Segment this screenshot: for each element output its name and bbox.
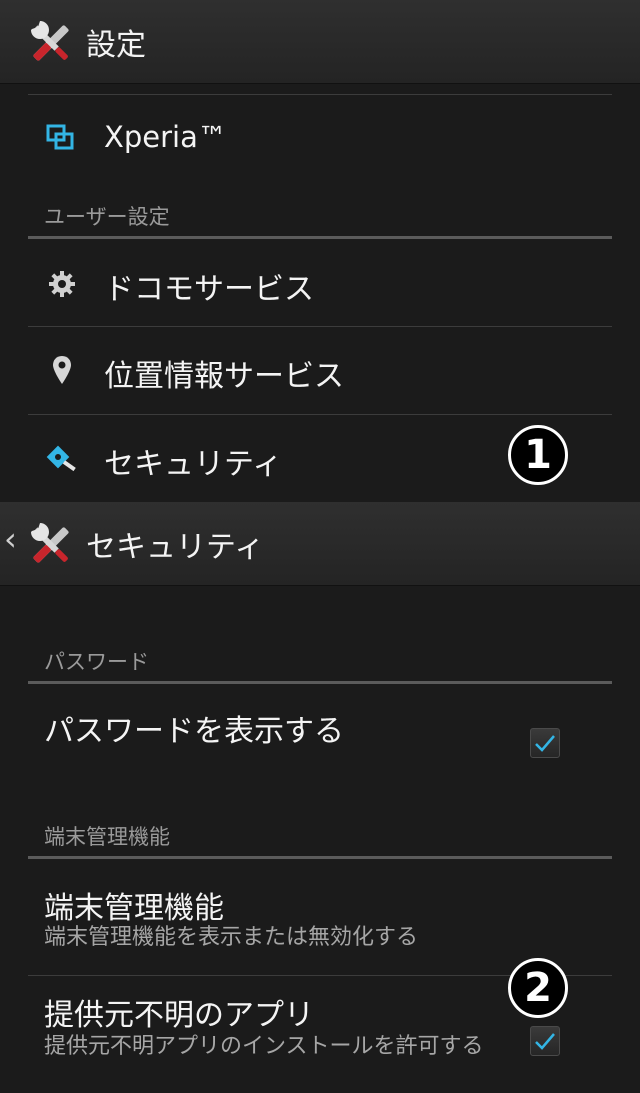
divider [28, 94, 612, 95]
screen: 設定 Xperia™ ユーザー設定 ドコモサービス 位置情報サービス セキュリテ… [0, 0, 640, 1093]
location-service-label: 位置情報サービス [104, 359, 344, 394]
unknown-sources-checkbox[interactable] [530, 1026, 560, 1056]
unknown-sources-item[interactable]: 提供元不明のアプリ 提供元不明アプリのインストールを許可する 2 [0, 958, 640, 1093]
device-admin-label: 端末管理機能 [44, 891, 224, 926]
back-chevron-icon[interactable]: ‹ [4, 520, 17, 558]
security-list: パスワード パスワードを表示する 端末管理機能 端末管理機能 端末管理機能を表示… [0, 586, 640, 1093]
device-admin-summary: 端末管理機能を表示または無効化する [44, 925, 419, 950]
security-item[interactable]: セキュリティ 1 [0, 415, 640, 501]
location-service-item[interactable]: 位置情報サービス [0, 327, 640, 413]
user-settings-header: ユーザー設定 [44, 205, 170, 229]
xperia-icon [46, 124, 74, 150]
step-marker-1: 1 [508, 425, 568, 485]
security-tools-icon[interactable] [26, 520, 76, 570]
security-key-icon [46, 445, 76, 472]
unknown-sources-summary: 提供元不明アプリのインストールを許可する [44, 1034, 484, 1059]
device-admin-item[interactable]: 端末管理機能 端末管理機能を表示または無効化する [0, 859, 640, 975]
settings-action-bar: 設定 [0, 0, 640, 84]
location-pin-icon [53, 356, 71, 384]
device-admin-section-header: 端末管理機能 [44, 825, 170, 849]
show-password-item[interactable]: パスワードを表示する [0, 684, 640, 804]
step-marker-2: 2 [508, 958, 568, 1018]
settings-title: 設定 [86, 28, 146, 63]
security-label: セキュリティ [104, 447, 283, 482]
xperia-item[interactable]: Xperia™ [0, 108, 640, 168]
show-password-checkbox[interactable] [530, 728, 560, 758]
settings-tools-icon [31, 21, 69, 61]
docomo-service-item[interactable]: ドコモサービス [0, 240, 640, 326]
section-divider [28, 236, 612, 239]
security-title: セキュリティ [86, 530, 265, 565]
settings-list: Xperia™ ユーザー設定 ドコモサービス 位置情報サービス セキュリティ 1 [0, 84, 640, 502]
checkmark-icon [535, 735, 555, 752]
unknown-sources-label: 提供元不明のアプリ [44, 998, 314, 1033]
show-password-label: パスワードを表示する [44, 714, 344, 749]
docomo-service-label: ドコモサービス [104, 272, 314, 307]
checkmark-icon [535, 1033, 555, 1050]
security-action-bar: ‹ セキュリティ [0, 502, 640, 586]
xperia-label: Xperia™ [104, 120, 227, 154]
password-section-header: パスワード [44, 650, 149, 674]
gear-icon [49, 271, 75, 297]
